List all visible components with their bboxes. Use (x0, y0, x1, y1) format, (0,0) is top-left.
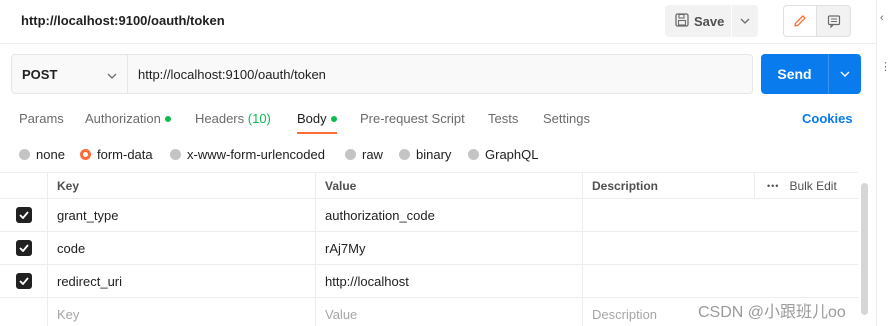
tab-label: Authorization (85, 111, 161, 126)
send-button-group: Send (761, 54, 861, 94)
comment-icon[interactable] (817, 6, 850, 36)
send-button[interactable]: Send (761, 54, 829, 94)
row-checkbox-cell (0, 298, 47, 326)
radio-button (468, 149, 479, 160)
row-checkbox-cell (0, 199, 47, 231)
headers-count: (10) (247, 111, 271, 126)
body-type-selector: none form-data x-www-form-urlencoded raw… (0, 143, 876, 165)
column-header-description: Description (582, 173, 754, 198)
column-header-key: Key (47, 173, 315, 198)
tab-pre-request-script[interactable]: Pre-request Script (360, 111, 465, 126)
key-cell[interactable]: redirect_uri (47, 265, 315, 297)
radio-none[interactable]: none (19, 147, 65, 162)
tab-body[interactable]: Body (297, 111, 337, 126)
code-icon[interactable]: ⋮ (880, 60, 888, 73)
tab-label: Settings (543, 111, 590, 126)
radio-graphql[interactable]: GraphQL (468, 147, 538, 162)
row-checkbox[interactable] (15, 273, 32, 289)
radio-label: binary (416, 147, 452, 162)
table-row: redirect_uri http://localhost (0, 265, 858, 298)
watermark-text: CSDN @小跟班儿oo (698, 304, 846, 321)
tab-tests[interactable]: Tests (488, 111, 518, 126)
request-header: http://localhost:9100/oauth/token Save (0, 0, 876, 44)
description-cell[interactable] (582, 232, 858, 264)
radio-label: GraphQL (485, 147, 539, 162)
row-checkbox[interactable] (15, 207, 32, 223)
row-checkbox-cell (0, 232, 47, 264)
tab-params[interactable]: Params (19, 111, 64, 126)
request-title[interactable]: http://localhost:9100/oauth/token (21, 13, 225, 28)
table-scrollbar[interactable] (861, 183, 868, 315)
radio-button (399, 149, 410, 160)
save-label: Save (694, 13, 725, 29)
row-checkbox[interactable] (15, 240, 32, 256)
value-input-placeholder[interactable]: Value (315, 298, 582, 326)
table-row: code rAj7My (0, 232, 858, 265)
key-input-placeholder[interactable]: Key (47, 298, 315, 326)
cookies-link[interactable]: Cookies (802, 111, 853, 126)
tab-label: Headers (195, 111, 245, 126)
tab-label: Body (297, 111, 327, 126)
tab-label: Pre-request Script (360, 111, 465, 126)
save-button[interactable]: Save (665, 5, 732, 37)
chevron-down-icon (107, 67, 117, 82)
value-cell[interactable]: authorization_code (315, 199, 582, 231)
status-dot (330, 115, 337, 122)
column-header-value: Value (315, 173, 582, 198)
pencil-icon[interactable] (784, 6, 818, 36)
floppy-disk-icon (675, 12, 689, 30)
url-bar: POST (11, 54, 753, 94)
radio-button (80, 149, 91, 160)
tab-label: Params (19, 111, 64, 126)
description-cell[interactable] (582, 199, 858, 231)
row-checkbox-cell (0, 265, 47, 297)
more-options-icon[interactable]: ••• (767, 181, 779, 191)
radio-form-data[interactable]: form-data (80, 147, 153, 162)
key-cell[interactable]: grant_type (47, 199, 315, 231)
save-options-chevron-down-icon[interactable] (732, 5, 758, 37)
tab-label: Tests (488, 111, 519, 126)
active-tab-indicator (297, 132, 337, 134)
method-label: POST (22, 66, 58, 82)
radio-button (345, 149, 356, 160)
radio-label: none (36, 147, 65, 162)
tab-settings[interactable]: Settings (543, 111, 590, 126)
radio-label: raw (362, 147, 383, 162)
radio-label: form-data (97, 147, 153, 162)
table-row: grant_type authorization_code (0, 199, 858, 232)
radio-button (19, 149, 30, 160)
save-button-group: Save (665, 5, 758, 37)
table-header-row: Key Value Description ••• Bulk Edit (0, 173, 858, 199)
value-cell[interactable]: http://localhost (315, 265, 582, 297)
url-input[interactable] (128, 55, 752, 93)
status-dot (164, 115, 171, 122)
bulk-edit-cell: ••• Bulk Edit (754, 173, 858, 198)
value-cell[interactable]: rAj7My (315, 232, 582, 264)
radio-button (170, 149, 181, 160)
tab-authorization[interactable]: Authorization (85, 111, 171, 126)
chevron-left-icon[interactable]: ‹ (880, 12, 884, 24)
radio-x-www-form-urlencoded[interactable]: x-www-form-urlencoded (170, 147, 325, 162)
request-tabs: Params Authorization Headers (10) Body P… (0, 104, 876, 134)
radio-binary[interactable]: binary (399, 147, 451, 162)
right-sidebar-rail: ‹ ⋮ (876, 0, 888, 326)
method-select[interactable]: POST (12, 55, 128, 93)
send-options-chevron-down-icon[interactable] (829, 54, 861, 94)
bulk-edit-link[interactable]: Bulk Edit (789, 179, 836, 193)
description-cell[interactable] (582, 265, 858, 297)
view-mode-toggle (783, 5, 851, 37)
radio-label: x-www-form-urlencoded (187, 147, 325, 162)
key-cell[interactable]: code (47, 232, 315, 264)
tab-headers[interactable]: Headers (10) (195, 111, 271, 126)
radio-raw[interactable]: raw (345, 147, 383, 162)
header-checkbox-cell (0, 173, 47, 198)
